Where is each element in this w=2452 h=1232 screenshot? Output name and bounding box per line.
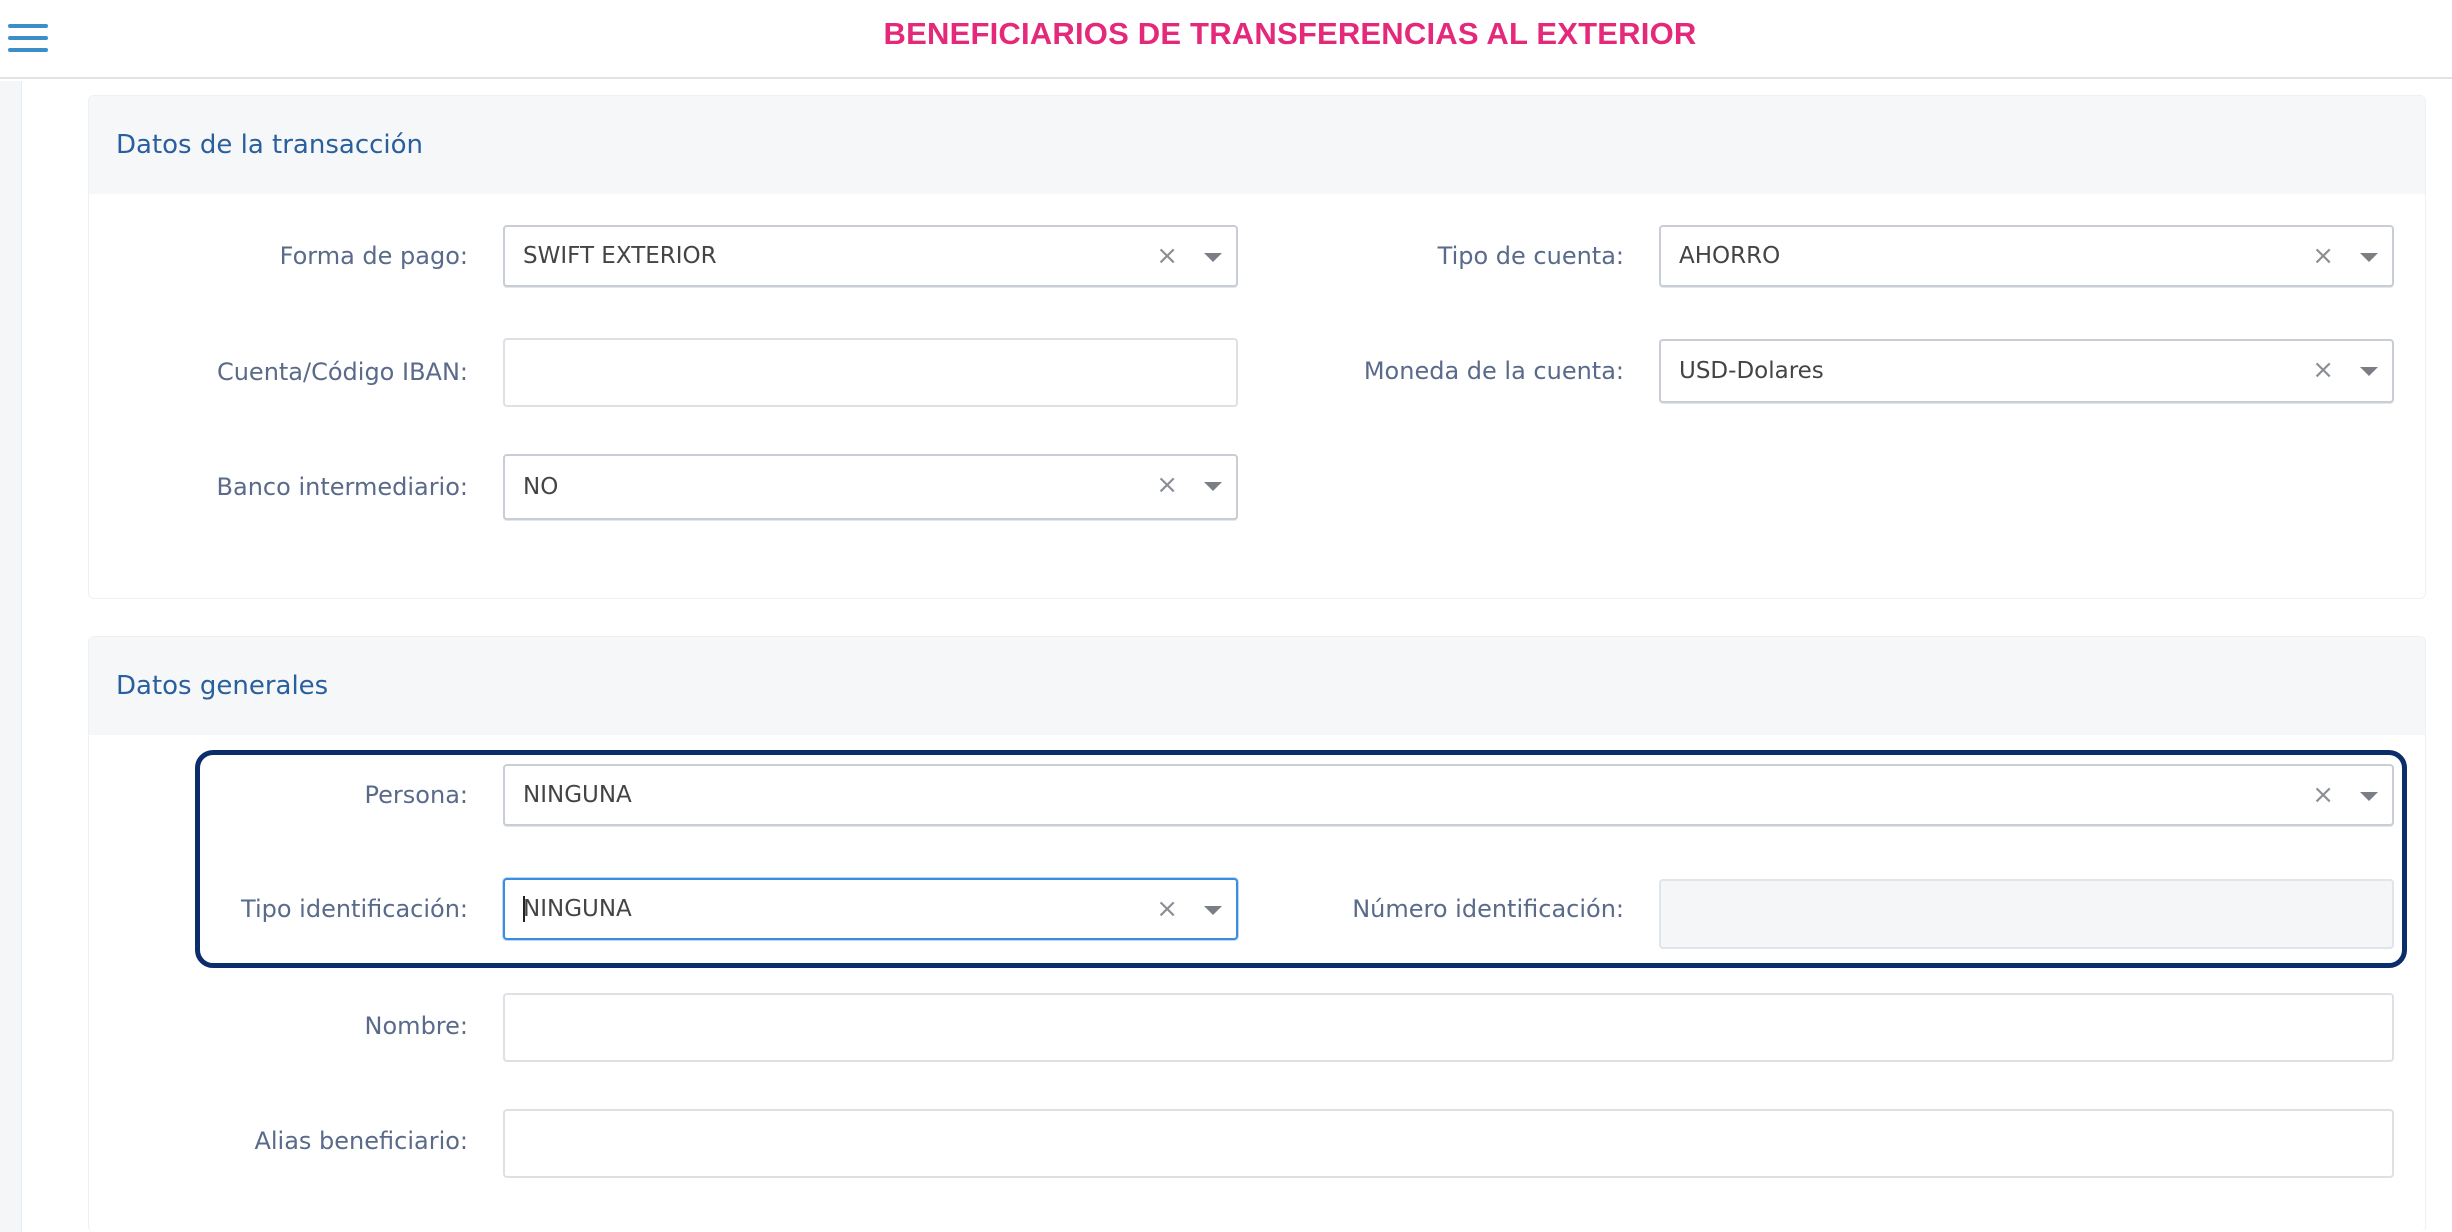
- nombre-label: Nombre:: [364, 1012, 468, 1040]
- persona-label: Persona:: [364, 781, 468, 809]
- banco-intermediario-chevron-down-icon[interactable]: [1204, 482, 1222, 491]
- tipo-cuenta-select[interactable]: AHORRO ×: [1659, 225, 2394, 287]
- cuenta-iban-label: Cuenta/Código IBAN:: [216, 358, 468, 386]
- tipo-cuenta-clear-icon[interactable]: ×: [2312, 241, 2334, 271]
- forma-pago-value: SWIFT EXTERIOR: [523, 243, 717, 269]
- tipo-identificacion-clear-icon[interactable]: ×: [1156, 894, 1178, 924]
- transaction-panel-title: Datos de la transacción: [116, 130, 424, 160]
- moneda-label: Moneda de la cuenta:: [1363, 357, 1624, 385]
- cuenta-iban-input[interactable]: [503, 338, 1238, 407]
- transaction-panel-header: Datos de la transacción: [89, 96, 2425, 194]
- numero-identificacion-label: Número identificación:: [1352, 895, 1624, 923]
- tipo-identificacion-value: NINGUNA: [523, 895, 632, 922]
- tipo-cuenta-value: AHORRO: [1679, 243, 1781, 269]
- top-bar: BENEFICIARIOS DE TRANSFERENCIAS AL EXTER…: [0, 0, 2452, 79]
- banco-intermediario-select[interactable]: NO ×: [503, 454, 1238, 520]
- forma-pago-select[interactable]: SWIFT EXTERIOR ×: [503, 225, 1238, 287]
- left-rail: [0, 81, 22, 1232]
- tipo-cuenta-label: Tipo de cuenta:: [1437, 242, 1624, 270]
- banco-intermediario-label: Banco intermediario:: [216, 473, 468, 501]
- tipo-identificacion-label: Tipo identificación:: [241, 895, 468, 923]
- persona-chevron-down-icon[interactable]: [2360, 792, 2378, 801]
- numero-identificacion-input[interactable]: [1659, 879, 2394, 949]
- general-panel-header: Datos generales: [89, 637, 2425, 735]
- banco-intermediario-clear-icon[interactable]: ×: [1156, 470, 1178, 500]
- moneda-chevron-down-icon[interactable]: [2360, 367, 2378, 376]
- nombre-input[interactable]: [503, 993, 2394, 1062]
- persona-value: NINGUNA: [523, 782, 632, 808]
- tipo-identificacion-value-wrap: NINGUNA: [523, 896, 1236, 923]
- persona-select[interactable]: NINGUNA ×: [503, 764, 2394, 826]
- page-title: BENEFICIARIOS DE TRANSFERENCIAS AL EXTER…: [883, 16, 1697, 51]
- forma-pago-label: Forma de pago:: [279, 242, 468, 270]
- alias-label: Alias beneficiario:: [254, 1127, 468, 1155]
- persona-clear-icon[interactable]: ×: [2312, 780, 2334, 810]
- tipo-identificacion-select[interactable]: NINGUNA ×: [503, 878, 1238, 940]
- moneda-select[interactable]: USD-Dolares ×: [1659, 339, 2394, 403]
- general-panel-title: Datos generales: [116, 671, 329, 701]
- alias-input[interactable]: [503, 1109, 2394, 1178]
- moneda-value: USD-Dolares: [1679, 358, 1824, 384]
- tipo-cuenta-chevron-down-icon[interactable]: [2360, 253, 2378, 262]
- moneda-clear-icon[interactable]: ×: [2312, 355, 2334, 385]
- forma-pago-clear-icon[interactable]: ×: [1156, 241, 1178, 271]
- banco-intermediario-value: NO: [523, 474, 559, 500]
